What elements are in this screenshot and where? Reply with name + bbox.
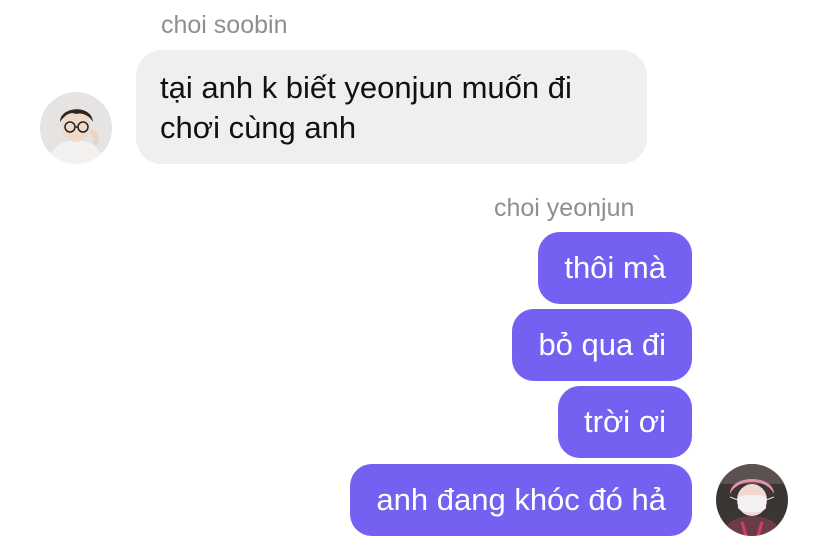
message-text: anh đang khóc đó hả: [376, 482, 666, 517]
message-text-line: tại anh k biết yeonjun muốn đi: [160, 70, 572, 105]
sender-name-choi-soobin: choi soobin: [161, 11, 288, 39]
message-text: trời ơi: [584, 404, 666, 439]
avatar-choi-yeonjun[interactable]: [716, 464, 788, 536]
message-bubble-outgoing[interactable]: thôi mà: [538, 232, 692, 304]
message-bubble-outgoing[interactable]: trời ơi: [558, 386, 692, 458]
message-bubble-incoming[interactable]: tại anh k biết yeonjun muốn đi chơi cùng…: [136, 50, 647, 164]
profile-photo-icon: [716, 464, 788, 536]
message-text-line: chơi cùng anh: [160, 110, 357, 145]
chat-thread: choi soobin tại anh k biết yeonjun muốn …: [0, 0, 828, 558]
message-text: thôi mà: [564, 250, 666, 285]
sender-name-choi-yeonjun: choi yeonjun: [494, 194, 635, 222]
avatar-choi-soobin[interactable]: [40, 92, 112, 164]
message-bubble-outgoing[interactable]: anh đang khóc đó hả: [350, 464, 692, 536]
message-text: bỏ qua đi: [538, 327, 666, 362]
profile-photo-icon: [40, 92, 112, 164]
message-bubble-outgoing[interactable]: bỏ qua đi: [512, 309, 692, 381]
